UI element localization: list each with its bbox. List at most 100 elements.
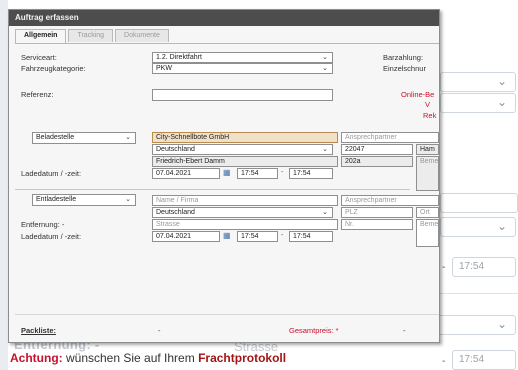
background-time-value-2: 17:54 (459, 354, 485, 365)
referenz-label: Referenz: (21, 90, 54, 99)
delivery-country-select[interactable]: Deutschland ⌄ (152, 207, 333, 218)
notice-body: wünschen Sie auf Ihrem (62, 351, 199, 365)
chevron-down-icon: ⌄ (496, 219, 507, 233)
chevron-down-icon: ⌄ (322, 146, 328, 153)
pickup-plz-input[interactable]: 22047 (341, 144, 413, 155)
time-range-dash: - (281, 232, 284, 239)
pickup-time-to-input[interactable]: 17:54 (289, 168, 333, 179)
delivery-bemerkung-placeholder: Beme (420, 221, 439, 228)
delivery-city-placeholder: Ort (420, 209, 430, 216)
background-select-4[interactable]: ⌄ (440, 217, 516, 237)
delivery-date-input[interactable]: 07.04.2021 (152, 231, 220, 242)
chevron-down-icon: ⌄ (496, 95, 507, 109)
section-divider (15, 189, 410, 190)
pickup-time-from-value: 17:54 (241, 170, 259, 177)
delivery-city-input[interactable]: Ort (416, 207, 439, 218)
pickup-type-select[interactable]: Beladestelle ⌄ (32, 132, 136, 144)
chevron-down-icon: ⌄ (496, 74, 507, 88)
packliste-value: - (158, 326, 161, 335)
delivery-time-from-value: 17:54 (241, 233, 259, 240)
background-select-1[interactable]: ⌄ (440, 72, 516, 92)
pickup-date-label: Ladedatum / -zeit: (21, 169, 82, 178)
v-label: V (425, 100, 431, 109)
notice-highlight: Frachtprotokoll (198, 351, 287, 365)
chevron-down-icon: ⌄ (322, 65, 328, 72)
pickup-country-value: Deutschland (156, 146, 195, 153)
pickup-city-input[interactable]: Ham (416, 144, 439, 155)
serviceart-value: 1.2. Direktfahrt (156, 54, 202, 61)
pickup-time-to-value: 17:54 (293, 170, 311, 177)
background-select-2[interactable]: ⌄ (440, 93, 516, 113)
tab-allgemein[interactable]: Allgemein (15, 29, 67, 43)
calendar-icon[interactable]: ▦ (223, 231, 231, 240)
pickup-date-input[interactable]: 07.04.2021 (152, 168, 220, 179)
pickup-nr-value: 202a (345, 158, 361, 165)
delivery-type-select[interactable]: Entladestelle ⌄ (32, 194, 136, 206)
fahrzeug-value: PKW (156, 65, 172, 72)
pickup-street-input[interactable]: Friedrich-Ebert Damm (152, 156, 338, 167)
time-range-dash: - (281, 169, 284, 176)
background-dash-2: - (442, 356, 446, 367)
gesamtpreis-value: - (403, 326, 406, 335)
pickup-plz-value: 22047 (345, 146, 365, 153)
dialog-title: Auftrag erfassen (9, 10, 439, 26)
pickup-contact-placeholder: Ansprechpartner (345, 134, 397, 141)
delivery-date-label: Ladedatum / -zeit: (21, 232, 82, 241)
delivery-street-input[interactable]: Strasse (152, 219, 338, 230)
background-left-strip (0, 0, 8, 370)
delivery-time-from-input[interactable]: 17:54 (237, 231, 278, 242)
notice-prefix: Achtung: (10, 351, 63, 365)
delivery-type-value: Entladestelle (36, 196, 77, 203)
tab-content-allgemein: Serviceart: 1.2. Direktfahrt ⌄ Fahrzeugk… (15, 43, 439, 339)
tab-dokumente[interactable]: Dokumente (115, 29, 169, 42)
background-dash: - (442, 262, 446, 273)
chevron-down-icon: ⌄ (125, 134, 131, 141)
packliste-link[interactable]: Packliste: (21, 326, 56, 335)
calendar-icon[interactable]: ▦ (223, 168, 231, 177)
order-dialog: Auftrag erfassen Allgemein Tracking Doku… (8, 9, 440, 343)
pickup-bemerkung-input[interactable]: Beme (416, 156, 439, 191)
delivery-bemerkung-input[interactable]: Beme (416, 219, 439, 247)
tab-bar: Allgemein Tracking Dokumente (15, 29, 171, 43)
delivery-contact-input[interactable]: Ansprechpartner (341, 195, 439, 206)
pickup-nr-input[interactable]: 202a (341, 156, 413, 167)
delivery-firma-input[interactable]: Name / Firma (152, 195, 338, 206)
delivery-nr-input[interactable]: Nr. (341, 219, 413, 230)
rek-label: Rek (423, 111, 437, 120)
pickup-date-value: 07.04.2021 (156, 170, 192, 177)
pickup-city-value: Ham (420, 146, 435, 153)
einzelschnur-label: Einzelschnur (383, 64, 426, 73)
pickup-firma-value: City-Schnellbote GmbH (156, 134, 230, 141)
background-time-field-2[interactable]: 17:54 (452, 350, 516, 370)
background-divider (440, 293, 518, 294)
delivery-firma-placeholder: Name / Firma (156, 197, 199, 204)
serviceart-select[interactable]: 1.2. Direktfahrt ⌄ (152, 52, 333, 63)
tab-tracking[interactable]: Tracking (68, 29, 114, 42)
delivery-nr-placeholder: Nr. (345, 221, 354, 228)
delivery-distance-label: Entfernung: - (21, 220, 65, 229)
notice-text: Achtung: wünschen Sie auf Ihrem Frachtpr… (10, 351, 286, 365)
chevron-down-icon: ⌄ (496, 317, 507, 331)
pickup-contact-input[interactable]: Ansprechpartner (341, 132, 439, 143)
background-time-field[interactable]: 17:54 (452, 257, 516, 277)
delivery-street-placeholder: Strasse (156, 221, 180, 228)
chevron-down-icon: ⌄ (322, 54, 328, 61)
delivery-country-value: Deutschland (156, 209, 195, 216)
pickup-time-from-input[interactable]: 17:54 (237, 168, 278, 179)
chevron-down-icon: ⌄ (125, 196, 131, 203)
pickup-country-select[interactable]: Deutschland ⌄ (152, 144, 333, 155)
delivery-plz-placeholder: PLZ (345, 209, 358, 216)
barzahlung-label: Barzahlung: (383, 53, 424, 62)
background-time-value: 17:54 (459, 261, 485, 272)
pickup-type-value: Beladestelle (36, 134, 75, 141)
pickup-firma-input[interactable]: City-Schnellbote GmbH (152, 132, 338, 143)
delivery-time-to-input[interactable]: 17:54 (289, 231, 333, 242)
online-label: Online-Be (401, 90, 435, 99)
referenz-input[interactable] (152, 89, 333, 101)
footer-divider (15, 314, 439, 315)
fahrzeug-select[interactable]: PKW ⌄ (152, 63, 333, 74)
background-input-3[interactable] (440, 193, 518, 213)
delivery-plz-input[interactable]: PLZ (341, 207, 413, 218)
delivery-time-to-value: 17:54 (293, 233, 311, 240)
fahrzeug-label: Fahrzeugkategorie: (21, 64, 86, 73)
